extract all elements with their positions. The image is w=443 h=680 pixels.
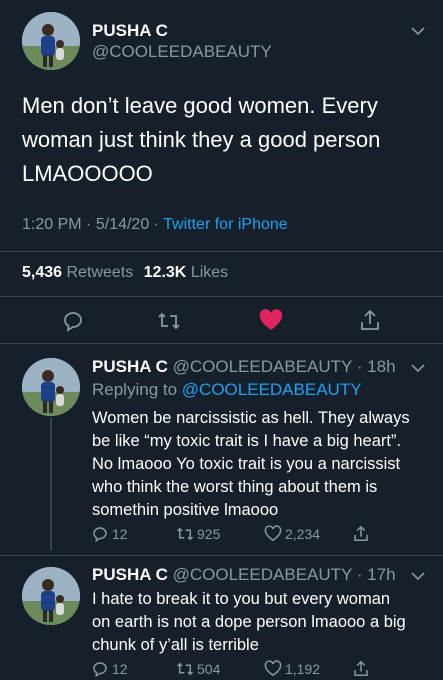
reply-time[interactable]: · 18h bbox=[357, 357, 396, 376]
reply-time[interactable]: · 17h bbox=[357, 565, 396, 584]
chevron-down-icon[interactable] bbox=[411, 571, 425, 581]
like-button[interactable]: 2,234 bbox=[264, 525, 320, 542]
avatar-image bbox=[22, 358, 80, 416]
tweet-time[interactable]: 1:20 PM bbox=[22, 216, 82, 233]
retweet-icon[interactable] bbox=[156, 309, 182, 333]
reply-text-line: be like “my toxic trait is I have a big … bbox=[92, 432, 402, 450]
meta-separator: · bbox=[86, 216, 92, 233]
tweet-text-line: Men don’t leave good women. Every bbox=[22, 93, 378, 118]
divider bbox=[0, 251, 443, 252]
avatar[interactable] bbox=[22, 12, 80, 70]
divider bbox=[0, 296, 443, 297]
reply-text: Women be narcissistic as hell. They alwa… bbox=[92, 407, 437, 522]
thread-line bbox=[50, 418, 52, 550]
user-handle[interactable]: @COOLEEDABEAUTY bbox=[173, 357, 352, 376]
tweet-stats: 5,436 Retweets 12.3K Likes bbox=[22, 264, 228, 282]
replying-to-label: Replying to bbox=[92, 380, 178, 399]
avatar[interactable] bbox=[22, 567, 80, 625]
share-icon[interactable] bbox=[358, 308, 382, 332]
tweet-client[interactable]: Twitter for iPhone bbox=[163, 216, 288, 233]
reply-count: 12 bbox=[112, 526, 128, 542]
reply-text-line: on earth is not a dope person lmaooo a b… bbox=[92, 613, 406, 631]
avatar-image bbox=[22, 12, 80, 70]
tweet-text-line: woman just think they a good person bbox=[22, 127, 381, 152]
retweet-icon bbox=[175, 660, 195, 678]
tweet-text: Men don’t leave good women. Every woman … bbox=[22, 89, 432, 191]
user-handle[interactable]: @COOLEEDABEAUTY bbox=[173, 565, 352, 584]
likes-label: Likes bbox=[190, 264, 229, 281]
retweets-count: 5,436 bbox=[22, 264, 63, 281]
retweet-button[interactable]: 925 bbox=[175, 525, 220, 543]
like-count: 1,192 bbox=[285, 660, 321, 677]
reply-text-line: Women be narcissistic as hell. They alwa… bbox=[92, 409, 410, 427]
avatar[interactable] bbox=[22, 358, 80, 416]
user-handle[interactable]: @COOLEEDABEAUTY bbox=[92, 42, 272, 62]
avatar-image bbox=[22, 567, 80, 625]
display-name[interactable]: PUSHA C bbox=[92, 565, 168, 584]
like-button[interactable]: 1,192 bbox=[264, 660, 320, 677]
reply-text-line: chunk of y’all is terrible bbox=[92, 636, 259, 654]
reply-icon[interactable] bbox=[61, 309, 85, 333]
share-icon[interactable] bbox=[352, 524, 370, 543]
reply-text-line: I hate to break it to you but every woma… bbox=[92, 590, 391, 608]
retweets-stat[interactable]: 5,436 Retweets bbox=[22, 264, 138, 281]
reply-text-line: No lmaooo Yo toxic trait is you a narcis… bbox=[92, 455, 401, 473]
chevron-down-icon[interactable] bbox=[411, 363, 425, 373]
meta-separator: · bbox=[153, 216, 159, 233]
tweet-meta: 1:20 PM · 5/14/20 · Twitter for iPhone bbox=[22, 216, 288, 234]
tweet-date[interactable]: 5/14/20 bbox=[96, 216, 149, 233]
divider bbox=[0, 343, 443, 344]
display-name[interactable]: PUSHA C bbox=[92, 357, 168, 376]
divider bbox=[0, 555, 443, 556]
share-icon[interactable] bbox=[352, 659, 370, 678]
reply-icon bbox=[91, 660, 109, 678]
retweet-count: 925 bbox=[197, 526, 221, 542]
reply-header: PUSHA C @COOLEEDABEAUTY · 18h bbox=[92, 357, 396, 377]
replying-to-handle[interactable]: @COOLEEDABEAUTY bbox=[182, 380, 362, 399]
tweet-text-line: LMAOOOOO bbox=[22, 161, 153, 186]
reply-button[interactable]: 12 bbox=[91, 660, 128, 678]
retweet-button[interactable]: 504 bbox=[175, 660, 220, 678]
heart-icon bbox=[264, 525, 282, 542]
reply-text: I hate to break it to you but every woma… bbox=[92, 588, 437, 657]
reply-header: PUSHA C @COOLEEDABEAUTY · 17h bbox=[92, 565, 396, 585]
heart-icon bbox=[264, 660, 282, 677]
retweet-count: 504 bbox=[197, 661, 221, 677]
like-icon[interactable] bbox=[259, 309, 283, 331]
chevron-down-icon[interactable] bbox=[411, 26, 425, 36]
display-name[interactable]: PUSHA C bbox=[92, 21, 168, 41]
replying-to: Replying to @COOLEEDABEAUTY bbox=[92, 380, 362, 400]
retweet-icon bbox=[175, 525, 195, 543]
likes-count: 12.3K bbox=[143, 264, 187, 281]
reply-icon bbox=[91, 525, 109, 543]
reply-text-line: somethin positive lmaooo bbox=[92, 501, 279, 519]
likes-stat[interactable]: 12.3K Likes bbox=[144, 264, 229, 281]
like-count: 2,234 bbox=[285, 525, 321, 542]
retweets-label: Retweets bbox=[66, 264, 134, 281]
reply-text-line: who think the worst thing about them is bbox=[92, 478, 378, 496]
reply-count: 12 bbox=[112, 661, 128, 677]
reply-button[interactable]: 12 bbox=[91, 525, 128, 543]
